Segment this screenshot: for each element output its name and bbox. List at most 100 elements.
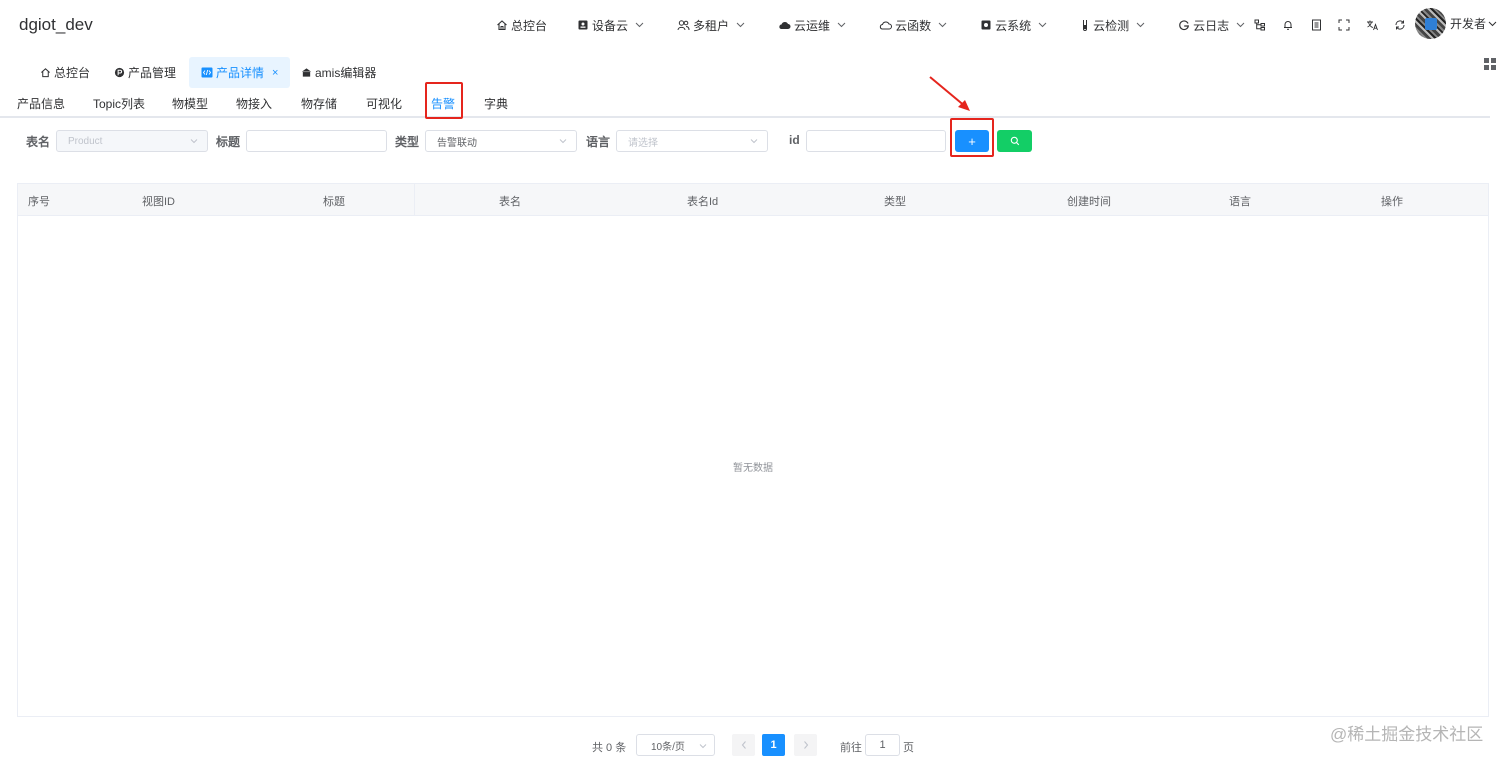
search-button[interactable] [997,130,1032,152]
close-icon[interactable]: × [272,67,278,79]
toolbar [1246,0,1414,50]
column-header[interactable]: 操作 [1381,193,1403,209]
menu-cloud-ops[interactable]: 云运维 [778,0,849,50]
title-input[interactable] [246,130,387,152]
tag-label: amis编辑器 [315,66,377,80]
table-name-value: Product [68,135,103,147]
tree-button[interactable] [1246,11,1274,39]
user-menu[interactable]: 开发者 [1415,8,1497,39]
chevron-down-icon [699,744,707,749]
tab-thing-model[interactable]: 物模型 [172,95,208,112]
chevron-down-icon [837,22,846,28]
avatar[interactable] [1415,8,1446,39]
chevron-down-icon [190,139,198,144]
type-label: 类型 [395,135,420,149]
language-button[interactable] [1358,11,1386,39]
users-icon [677,20,690,31]
refresh-button[interactable] [1386,11,1414,39]
tab-dictionary[interactable]: 字典 [484,95,508,112]
cloud-icon [779,21,791,29]
grid-icon[interactable] [1484,58,1496,70]
goto-label: 前往 [840,742,862,754]
chevron-down-icon [1038,22,1047,28]
page-size-select[interactable]: 10条/页 [636,734,715,756]
column-header[interactable]: 创建时间 [1067,193,1111,209]
column-header[interactable]: 表名Id [687,193,718,209]
tag-label: 产品管理 [128,66,177,80]
highlight-box-add-button [950,118,994,157]
menu-label: 多租户 [693,18,730,33]
filter-bar: 表名 Product 标题 类型 告警联动 语言 请选择 id + [0,128,1512,154]
chevron-left-icon [741,741,746,749]
tag-product-detail[interactable]: 产品详情 × [189,57,291,88]
prev-page-button[interactable] [732,734,755,756]
device-icon [578,20,588,30]
menu-cloud-test[interactable]: 云检测 [1080,0,1148,50]
next-page-button[interactable] [794,734,817,756]
menu-label: 云系统 [995,18,1032,33]
menu-dashboard[interactable]: 总控台 [496,0,547,50]
chevron-down-icon [750,139,758,144]
tag-amis-editor[interactable]: amis编辑器 [301,57,376,88]
tab-product-info[interactable]: 产品信息 [17,95,65,112]
column-header[interactable]: 序号 [28,193,50,209]
bank-icon [301,68,312,77]
empty-text: 暂无数据 [733,463,773,474]
menu-cloud-function[interactable]: 云函数 [879,0,950,50]
home-icon [497,20,507,31]
table-name-select[interactable]: Product [56,130,208,152]
menu-cloud-log[interactable]: 云日志 [1178,0,1248,50]
app-brand[interactable]: dgiot_dev [19,15,93,35]
document-button[interactable] [1302,11,1330,39]
tag-label: 总控台 [54,66,91,80]
tab-visualization[interactable]: 可视化 [366,95,402,112]
tree-icon [1254,19,1265,31]
table-name-label: 表名 [26,135,51,149]
menu-label: 云检测 [1093,18,1130,33]
chevron-down-icon [559,139,567,144]
column-header[interactable]: 表名 [499,193,521,209]
test-tube-icon [1083,20,1088,31]
search-icon [1010,136,1019,146]
chevron-down-icon [1236,22,1245,28]
tag-dashboard[interactable]: 总控台 [40,57,90,88]
column-header[interactable]: 视图ID [142,193,175,209]
document-icon [1311,19,1321,31]
tab-thing-access[interactable]: 物接入 [236,95,272,112]
column-header[interactable]: 类型 [884,193,906,209]
column-header[interactable]: 语言 [1229,193,1251,209]
column-header[interactable]: 标题 [323,193,345,209]
system-icon [981,20,991,30]
cloud-outline-icon [879,21,893,29]
menu-device-cloud[interactable]: 设备云 [577,0,647,50]
page-size-value: 10条/页 [651,741,685,753]
product-icon [114,67,125,78]
id-input[interactable] [806,130,946,152]
arrow-annotation [929,76,970,111]
tab-thing-storage[interactable]: 物存储 [301,95,337,112]
notification-button[interactable] [1274,11,1302,39]
watermark: @稀土掘金技术社区 [1330,725,1484,744]
menu-multi-tenant[interactable]: 多租户 [677,0,748,50]
menu-label: 设备云 [592,18,629,33]
tab-topic-list[interactable]: Topic列表 [93,95,145,112]
refresh-icon [1395,20,1405,30]
page-number-current[interactable]: 1 [762,734,785,756]
fullscreen-button[interactable] [1330,11,1358,39]
tag-label: 产品详情 [216,66,265,80]
total-count: 共 0 条 [592,742,627,754]
top-navbar: dgiot_dev 总控台 设备云 多租户 云运维 云函数 云系统 云检测 云日… [0,0,1512,50]
type-select[interactable]: 告警联动 [425,130,577,152]
user-name: 开发者 [1450,17,1487,31]
google-icon [1179,20,1190,31]
goto-page-input[interactable]: 1 [865,734,900,756]
menu-label: 云日志 [1193,18,1230,33]
pagination: 共 0 条 10条/页 1 前往 1 页 [0,734,1512,756]
tags-view: 总控台 产品管理 产品详情 × amis编辑器 [0,57,1512,89]
language-select[interactable]: 请选择 [616,130,768,152]
tag-product-management[interactable]: 产品管理 [114,57,176,88]
chevron-down-icon [736,22,745,28]
id-label: id [789,133,800,147]
chevron-down-icon [635,22,644,28]
menu-cloud-system[interactable]: 云系统 [980,0,1050,50]
